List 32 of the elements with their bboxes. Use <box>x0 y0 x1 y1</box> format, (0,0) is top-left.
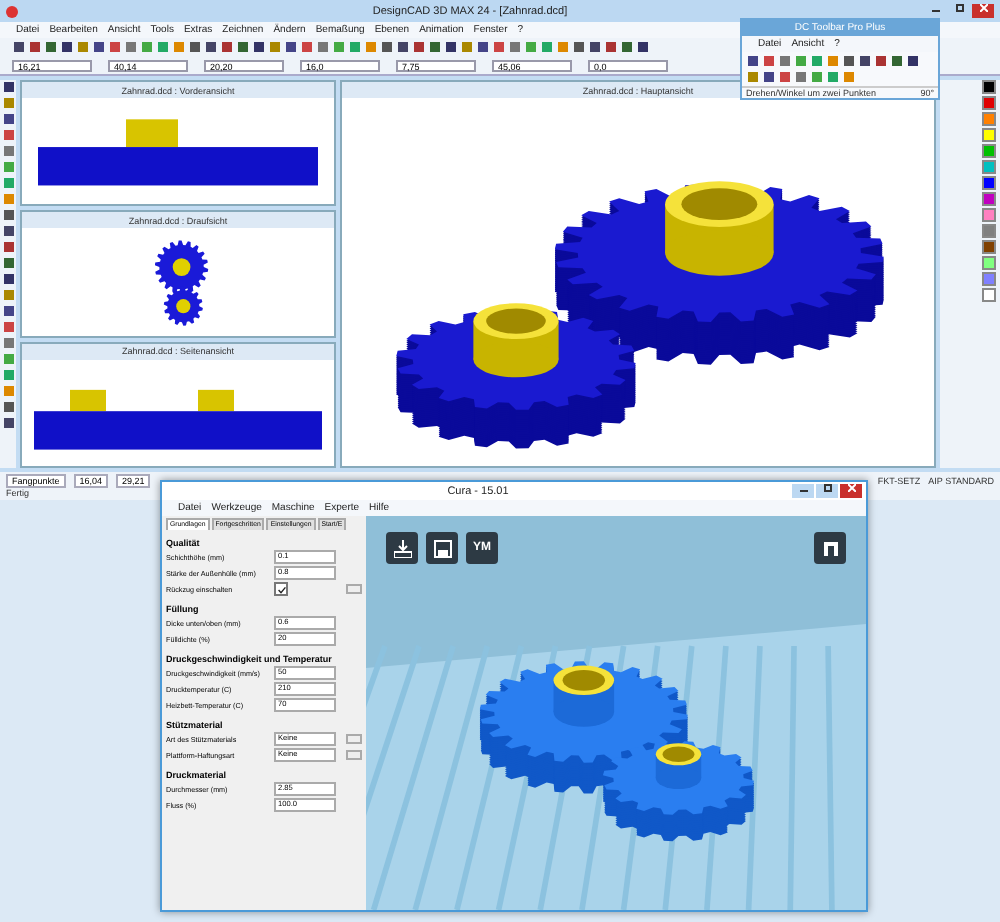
maximize-button[interactable] <box>816 484 838 498</box>
save-button[interactable] <box>426 532 458 564</box>
check-icon <box>277 585 285 593</box>
color-swatch[interactable] <box>982 272 996 286</box>
minimize-icon <box>931 4 939 12</box>
color-swatch[interactable] <box>982 176 996 190</box>
color-swatch[interactable] <box>982 192 996 206</box>
view-button[interactable] <box>814 532 846 564</box>
color-swatch[interactable] <box>982 80 996 94</box>
maximize-icon <box>823 484 831 492</box>
checkbox[interactable] <box>274 582 288 596</box>
close-button[interactable] <box>972 4 994 18</box>
color-swatch[interactable] <box>982 256 996 270</box>
close-button[interactable] <box>840 484 862 498</box>
color-swatch[interactable] <box>982 112 996 126</box>
color-swatch[interactable] <box>982 288 996 302</box>
gear-top-drawing <box>154 241 209 327</box>
maximize-icon <box>955 4 963 12</box>
minimize-icon <box>799 484 807 492</box>
color-swatch[interactable] <box>982 128 996 142</box>
color-swatch[interactable] <box>982 160 996 174</box>
color-swatch[interactable] <box>982 224 996 238</box>
color-swatch[interactable] <box>982 144 996 158</box>
color-swatch[interactable] <box>982 96 996 110</box>
floppy-icon <box>433 539 451 557</box>
load-button[interactable] <box>386 532 418 564</box>
color-swatch[interactable] <box>982 208 996 222</box>
close-icon <box>979 4 987 12</box>
minimize-button[interactable] <box>792 484 814 498</box>
color-swatch[interactable] <box>982 240 996 254</box>
tray-icon <box>393 539 411 557</box>
app-icon <box>6 5 18 17</box>
